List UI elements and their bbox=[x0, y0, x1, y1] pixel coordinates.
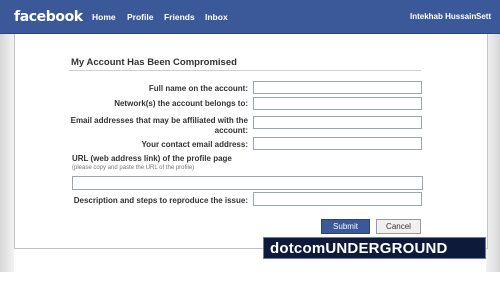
contact-email-label: Your contact email address: bbox=[141, 140, 248, 149]
profile-url-input[interactable] bbox=[72, 176, 423, 190]
submit-button[interactable]: Submit bbox=[321, 219, 370, 234]
watermark-banner: dotcomUNDERGROUND .com bbox=[263, 237, 486, 279]
form-title: My Account Has Been Compromised bbox=[71, 57, 237, 68]
description-input[interactable] bbox=[253, 192, 422, 206]
facebook-logo[interactable]: facebook bbox=[14, 9, 83, 25]
cancel-button[interactable]: Cancel bbox=[376, 219, 421, 234]
profile-url-hint: (please copy and paste the URL of the pr… bbox=[72, 165, 195, 171]
emails-label: Email addresses that may be affiliated w… bbox=[70, 116, 248, 135]
title-divider bbox=[69, 70, 421, 71]
networks-input[interactable] bbox=[253, 97, 422, 110]
page-shadow-right bbox=[486, 34, 500, 272]
nav-profile[interactable]: Profile bbox=[127, 12, 153, 22]
settings-link[interactable]: Sett bbox=[476, 12, 491, 21]
full-name-label: Full name on the account: bbox=[148, 84, 248, 93]
user-name-link[interactable]: Intekhab Hussain bbox=[410, 12, 476, 21]
profile-url-label: URL (web address link) of the profile pa… bbox=[72, 154, 232, 163]
full-name-input[interactable] bbox=[253, 81, 422, 94]
nav-friends[interactable]: Friends bbox=[164, 12, 195, 22]
nav-inbox[interactable]: Inbox bbox=[205, 12, 228, 22]
top-navigation-bar: facebook Home Profile Friends Inbox Inte… bbox=[0, 0, 500, 34]
emails-input[interactable] bbox=[253, 116, 422, 129]
nav-home[interactable]: Home bbox=[92, 12, 116, 22]
description-label: Description and steps to reproduce the i… bbox=[73, 196, 248, 205]
contact-email-input[interactable] bbox=[253, 137, 422, 150]
page-shadow-left bbox=[0, 34, 14, 272]
networks-label: Network(s) the account belongs to: bbox=[114, 99, 248, 108]
